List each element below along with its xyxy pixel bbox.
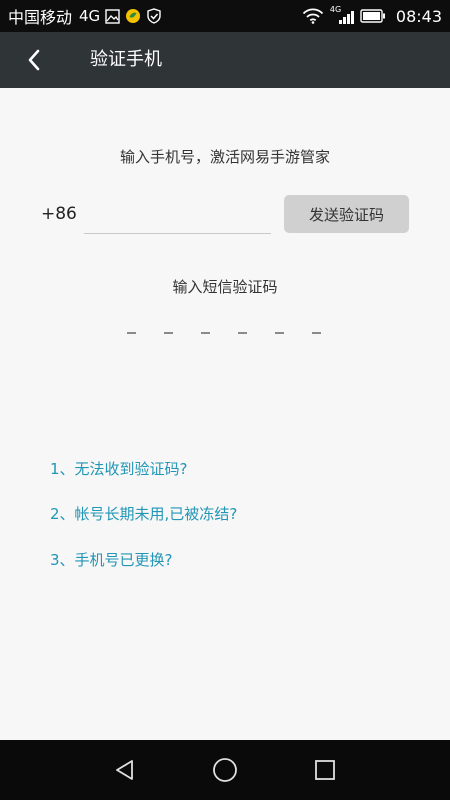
code-digit-slot[interactable] [224, 316, 261, 346]
page-title: 验证手机 [90, 49, 162, 70]
help-link-phone-changed[interactable]: 3、手机号已更换? [50, 549, 173, 570]
nav-recents-button[interactable] [308, 754, 342, 786]
navigation-bar [0, 740, 450, 800]
recents-square-icon [315, 760, 335, 780]
activation-hint: 输入手机号，激活网易手游管家 [119, 148, 330, 166]
send-code-button[interactable]: 发送验证码 [284, 195, 409, 233]
back-button[interactable] [18, 46, 50, 74]
battery-icon [360, 9, 386, 23]
phone-number-input[interactable] [84, 196, 271, 234]
app-badge-icon [125, 8, 141, 24]
help-link-no-code[interactable]: 1、无法收到验证码? [50, 458, 188, 479]
status-right: 4G 08:43 [302, 0, 442, 32]
nav-back-button[interactable] [108, 754, 142, 786]
chevron-left-icon [28, 49, 40, 71]
carrier-name: 中国移动 [8, 8, 73, 27]
code-digit-slot[interactable] [298, 316, 335, 346]
title-bar: 验证手机 [0, 32, 450, 88]
home-circle-icon [213, 758, 237, 782]
network-type: 4G [79, 7, 101, 25]
help-link-account-frozen[interactable]: 2、帐号长期未用,已被冻结? [50, 503, 237, 524]
signal-icon: 4G [330, 5, 354, 26]
status-bar: 中国移动 4G 4G 08:43 [0, 0, 450, 32]
sms-code-label: 输入短信验证码 [172, 278, 278, 296]
code-digit-slot[interactable] [150, 316, 187, 346]
code-digit-slot[interactable] [187, 316, 224, 346]
back-triangle-icon [116, 760, 133, 780]
clock: 08:43 [395, 6, 442, 26]
status-left: 中国移动 4G [8, 0, 162, 32]
shield-check-icon [146, 8, 162, 24]
code-digit-slot[interactable] [113, 316, 150, 346]
nav-home-button[interactable] [208, 754, 242, 786]
code-digit-slot[interactable] [261, 316, 298, 346]
wifi-icon [302, 8, 324, 24]
image-icon [105, 8, 120, 24]
sms-code-input[interactable] [113, 316, 335, 346]
country-code: +86 [41, 204, 77, 224]
